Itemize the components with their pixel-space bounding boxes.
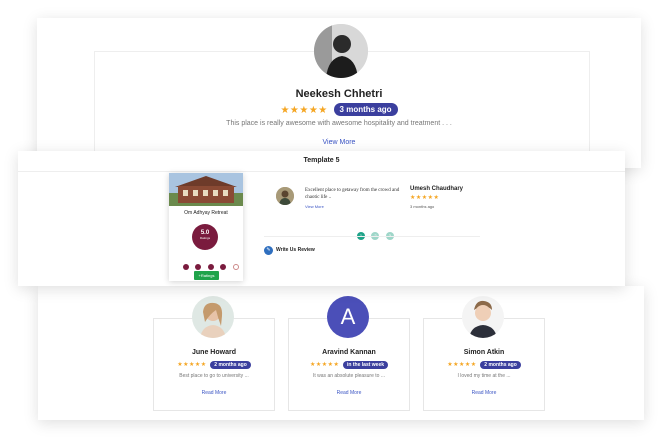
time-badge: 2 months ago [480,361,521,369]
reviewer-name: Aravind Kannan [322,349,376,356]
more-icon[interactable] [232,264,239,270]
rating-row: ★★★★★ 2 months ago [424,361,544,369]
add-rating-button[interactable]: +Ratings [194,271,219,280]
booking-icon[interactable] [220,264,227,270]
reviewer-name: Neekesh Chhetri [295,88,383,100]
template-card: Template 5 Om Adhyay Retreat 5.0 Ratings [18,151,625,286]
view-more-link[interactable]: View More [37,139,641,146]
avatar [462,296,504,338]
time-badge: 2 months ago [210,361,251,369]
facebook-icon[interactable] [183,264,189,270]
review-time: 3 months ago [410,204,435,209]
star-rating: ★★★★★ [447,362,477,368]
tripadvisor-icon[interactable] [207,264,214,270]
avatar [276,187,294,205]
hotel-name: Om Adhyay Retreat [184,210,228,216]
rating-row: ★★★★★ 3 months ago [37,103,641,116]
review-text: It was an absolute pleasure to ... [313,373,385,379]
star-rating: ★★★★★ [410,195,440,201]
template-title: Template 5 [303,157,340,164]
reviewer-name: June Howard [192,349,236,356]
review-text: Best place to go to university ... [179,373,249,379]
rating-row: ★★★★★ in the last week [289,361,409,369]
star-rating: ★★★★★ [280,105,328,116]
social-icons [183,257,241,270]
view-more-link[interactable]: View More [305,204,324,209]
reviewer-name: Simon Atkin [463,349,505,356]
rating-row: ★★★★★ 2 months ago [154,361,274,369]
read-more-link[interactable]: Read More [154,390,274,396]
testimonial-card-bottom: June Howard ★★★★★ 2 months ago Best plac… [38,286,644,420]
divider [18,171,625,172]
time-badge: in the last week [343,361,389,369]
reviewer-name: Umesh Chaudhary [410,186,464,192]
hotel-summary-card: Om Adhyay Retreat 5.0 Ratings [169,173,243,281]
read-more-link[interactable]: Read More [289,390,409,396]
avatar-initial: A [327,296,369,338]
pencil-icon[interactable]: ✎ [264,246,273,255]
star-rating: ★★★★★ [177,362,207,368]
read-more-link[interactable]: Read More [424,390,544,396]
avatar [192,296,234,338]
star-rating: ★★★★★ [309,362,340,368]
review-text: Excellent place to getaway from the crow… [305,188,400,200]
score-label: Ratings [199,236,211,240]
hotel-photo [169,173,243,206]
review-text: This place is really awesome with awesom… [226,120,452,127]
time-badge: 3 months ago [333,103,398,116]
pagination: 1 2 3 [357,224,396,242]
google-icon[interactable] [195,264,202,270]
write-review-link[interactable]: Write Us Review [276,247,315,253]
score-badge: 5.0 Ratings [192,224,218,250]
testimonial-card-top: Neekesh Chhetri ★★★★★ 3 months ago This … [37,18,641,170]
divider [264,236,480,237]
avatar [314,24,368,78]
review-text: I loved my time at the ... [457,373,511,379]
